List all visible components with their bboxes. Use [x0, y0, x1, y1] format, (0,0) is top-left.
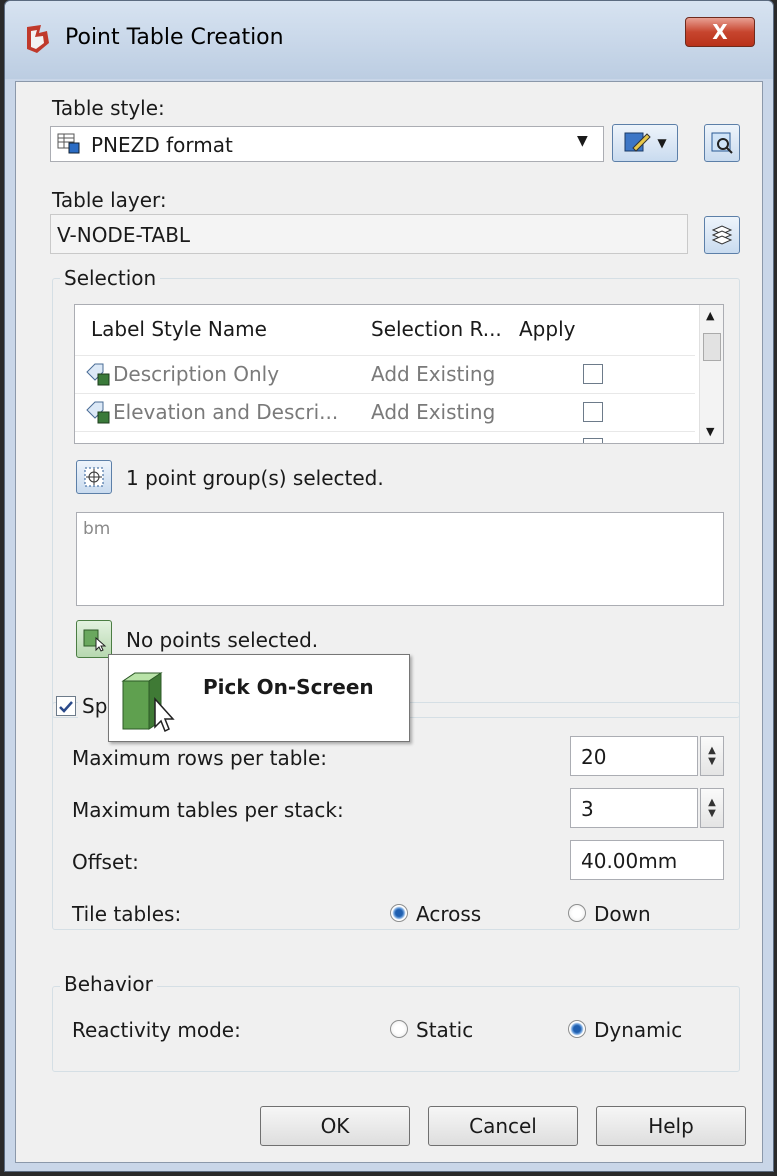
dialog-client-area: Table style: PNEZD format ▼ ▼ Table laye… — [15, 81, 763, 1163]
label-style-icon — [86, 363, 110, 386]
max-tables-input[interactable]: 3 — [570, 788, 698, 828]
max-rows-label: Maximum rows per table: — [72, 746, 328, 770]
tile-across-label[interactable]: Across — [416, 902, 481, 926]
table-row[interactable]: Description Only Add Existing — [75, 355, 695, 393]
max-tables-spinner[interactable]: ▲ ▼ — [700, 788, 724, 828]
checkmark-icon — [59, 701, 73, 713]
magnifier-icon — [711, 132, 733, 154]
table-layer-field[interactable]: V-NODE-TABL — [50, 214, 688, 254]
edit-style-button[interactable]: ▼ — [612, 124, 678, 162]
table-layer-label: Table layer: — [52, 188, 167, 212]
dynamic-radio[interactable] — [568, 1020, 586, 1038]
scroll-down-icon[interactable]: ▼ — [706, 425, 714, 438]
column-header-selection-rule[interactable]: Selection R... — [371, 317, 502, 341]
pick-on-screen-icon — [121, 672, 175, 733]
close-button[interactable]: X — [685, 17, 755, 47]
apply-checkbox[interactable] — [583, 364, 603, 384]
ok-button[interactable]: OK — [260, 1106, 410, 1146]
selection-group-label: Selection — [60, 266, 161, 290]
civil3d-app-icon — [27, 25, 49, 53]
scroll-thumb[interactable] — [703, 333, 721, 361]
label-style-icon — [86, 401, 110, 424]
label-style-grid[interactable]: Label Style Name Selection R... Apply De… — [74, 304, 724, 444]
chevron-down-icon: ▼ — [577, 133, 588, 149]
close-icon: X — [712, 20, 728, 44]
grid-scrollbar[interactable]: ▲ ▼ — [699, 305, 723, 443]
tile-down-label[interactable]: Down — [594, 902, 651, 926]
table-layer-value: V-NODE-TABL — [57, 223, 191, 247]
dropdown-arrow-icon: ▼ — [657, 136, 667, 150]
table-row-partial[interactable] — [75, 431, 695, 443]
column-header-label-style[interactable]: Label Style Name — [91, 317, 267, 341]
max-rows-value: 20 — [581, 745, 607, 769]
point-group-icon — [84, 467, 104, 487]
max-rows-spinner[interactable]: ▲ ▼ — [700, 736, 724, 776]
label-style-name: Description Only — [113, 362, 280, 386]
point-groups-status: 1 point group(s) selected. — [126, 466, 384, 490]
selection-rule: Add Existing — [371, 362, 496, 386]
offset-value: 40.00mm — [581, 849, 678, 873]
layer-picker-button[interactable] — [704, 216, 740, 254]
label-style-name: Elevation and Descri... — [113, 400, 339, 424]
max-tables-label: Maximum tables per stack: — [72, 798, 344, 822]
dynamic-label[interactable]: Dynamic — [594, 1018, 682, 1042]
max-tables-value: 3 — [581, 797, 594, 821]
apply-checkbox[interactable] — [583, 438, 603, 443]
title-bar[interactable]: Point Table Creation X — [5, 1, 773, 79]
cancel-button[interactable]: Cancel — [428, 1106, 578, 1146]
table-style-value: PNEZD format — [91, 133, 233, 157]
points-status: No points selected. — [126, 628, 319, 652]
offset-label: Offset: — [72, 850, 139, 874]
table-style-icon — [57, 133, 80, 154]
split-table-checkbox[interactable] — [56, 696, 76, 716]
static-radio[interactable] — [390, 1020, 408, 1038]
offset-input[interactable]: 40.00mm — [570, 840, 724, 880]
column-header-apply[interactable]: Apply — [519, 317, 575, 341]
layers-icon — [711, 225, 733, 245]
table-row[interactable]: Elevation and Descri... Add Existing — [75, 393, 695, 431]
apply-checkbox[interactable] — [583, 402, 603, 422]
tile-across-radio[interactable] — [390, 904, 408, 922]
table-style-label: Table style: — [52, 96, 165, 120]
select-points-button[interactable] — [76, 620, 112, 658]
help-button[interactable]: Help — [596, 1106, 746, 1146]
scroll-up-icon[interactable]: ▲ — [706, 309, 714, 322]
window-title: Point Table Creation — [65, 25, 284, 50]
max-rows-input[interactable]: 20 — [570, 736, 698, 776]
tooltip-text: Pick On-Screen — [203, 675, 374, 699]
behavior-group-label: Behavior — [60, 972, 157, 996]
selection-rule: Add Existing — [371, 400, 496, 424]
select-point-groups-button[interactable] — [76, 460, 112, 494]
tile-tables-label: Tile tables: — [72, 902, 182, 926]
preview-style-button[interactable] — [704, 124, 740, 162]
edit-style-icon — [624, 132, 652, 152]
tile-down-radio[interactable] — [568, 904, 586, 922]
dialog-window: Point Table Creation X Table style: PNEZ… — [4, 0, 774, 1172]
pick-points-icon — [83, 629, 107, 652]
point-groups-list[interactable]: bm — [76, 512, 724, 606]
pick-on-screen-tooltip: Pick On-Screen — [108, 654, 410, 742]
reactivity-mode-label: Reactivity mode: — [72, 1018, 241, 1042]
static-label[interactable]: Static — [416, 1018, 473, 1042]
list-item[interactable]: bm — [83, 519, 110, 539]
table-style-dropdown[interactable]: PNEZD format ▼ — [50, 126, 604, 162]
